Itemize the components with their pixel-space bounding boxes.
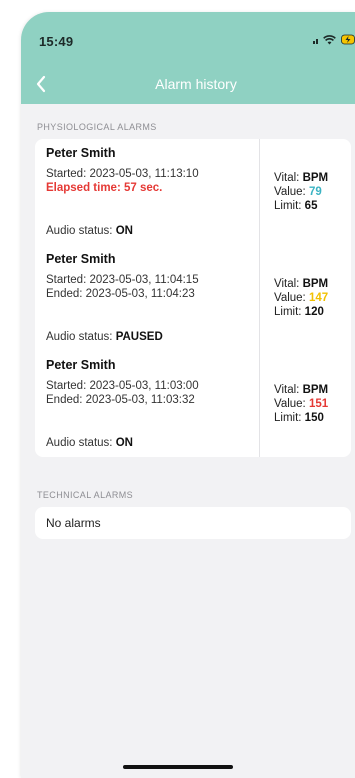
audio-status: Audio status: ON: [46, 437, 133, 449]
battery-charging-icon: [341, 34, 355, 45]
patient-name: Peter Smith: [46, 252, 116, 266]
measured-value: 147: [308, 292, 329, 304]
alarm-details: Peter Smith Started: 2023-05-03, 11:04:1…: [35, 245, 259, 351]
audio-status: Audio status: PAUSED: [46, 331, 163, 343]
vital-line: Vital: BPM: [274, 384, 329, 396]
limit-line: Limit: 150: [274, 412, 324, 424]
technical-alarms-header: TECHNICAL ALARMS: [37, 490, 134, 500]
value-line: Value: 151: [274, 398, 329, 410]
alarm-started: Started: 2023-05-03, 11:04:15: [46, 274, 199, 286]
audio-status-value: ON: [115, 225, 133, 237]
chevron-left-icon: [36, 75, 46, 93]
alarm-details: Peter Smith Started: 2023-05-03, 11:13:1…: [35, 139, 259, 245]
back-button[interactable]: [27, 70, 55, 98]
status-time: 15:49: [39, 34, 74, 49]
status-icons: [313, 34, 355, 45]
alarm-started: Started: 2023-05-03, 11:03:00: [46, 380, 199, 392]
home-indicator[interactable]: [123, 765, 233, 769]
limit-value: 120: [304, 306, 324, 318]
alarm-vitals: Vital: BPM Value: 79 Limit: 65: [259, 139, 351, 245]
limit-value: 150: [304, 412, 324, 424]
alarm-vitals: Vital: BPM Value: 147 Limit: 120: [259, 245, 351, 351]
alarm-vitals: Vital: BPM Value: 151 Limit: 150: [259, 351, 351, 457]
vital-line: Vital: BPM: [274, 172, 329, 184]
vital-value: BPM: [302, 172, 329, 184]
status-bar: 15:49: [21, 12, 355, 64]
value-line: Value: 147: [274, 292, 329, 304]
physiological-alarms-list: Peter Smith Started: 2023-05-03, 11:13:1…: [35, 139, 351, 457]
measured-value: 151: [308, 398, 329, 410]
vital-line: Vital: BPM: [274, 278, 329, 290]
limit-line: Limit: 65: [274, 200, 318, 212]
measured-value: 79: [308, 186, 322, 198]
vital-value: BPM: [302, 384, 329, 396]
audio-status: Audio status: ON: [46, 225, 133, 237]
navigation-bar: Alarm history: [21, 64, 355, 104]
alarm-row[interactable]: Peter Smith Started: 2023-05-03, 11:04:1…: [35, 245, 351, 351]
page-title: Alarm history: [155, 76, 237, 92]
vital-value: BPM: [302, 278, 329, 290]
alarm-ended: Ended: 2023-05-03, 11:03:32: [46, 394, 195, 406]
patient-name: Peter Smith: [46, 146, 116, 160]
alarm-started: Started: 2023-05-03, 11:13:10: [46, 168, 199, 180]
technical-alarms-list: No alarms: [35, 507, 351, 539]
patient-name: Peter Smith: [46, 358, 116, 372]
limit-line: Limit: 120: [274, 306, 324, 318]
alarm-details: Peter Smith Started: 2023-05-03, 11:03:0…: [35, 351, 259, 457]
physiological-alarms-header: PHYSIOLOGICAL ALARMS: [37, 122, 157, 132]
cellular-signal-icon: [313, 36, 318, 44]
audio-status-value: ON: [115, 437, 133, 449]
wifi-icon: [323, 34, 336, 45]
alarm-row[interactable]: Peter Smith Started: 2023-05-03, 11:03:0…: [35, 351, 351, 457]
phone-screen: 15:49 Alarm history PHYSIOLOGICAL ALARMS…: [21, 12, 355, 778]
audio-status-value: PAUSED: [115, 331, 163, 343]
alarm-row[interactable]: Peter Smith Started: 2023-05-03, 11:13:1…: [35, 139, 351, 245]
alarm-ended: Ended: 2023-05-03, 11:04:23: [46, 288, 195, 300]
alarm-elapsed-time: Elapsed time: 57 sec.: [46, 182, 163, 194]
limit-value: 65: [304, 200, 318, 212]
value-line: Value: 79: [274, 186, 322, 198]
empty-state-text: No alarms: [46, 516, 101, 530]
